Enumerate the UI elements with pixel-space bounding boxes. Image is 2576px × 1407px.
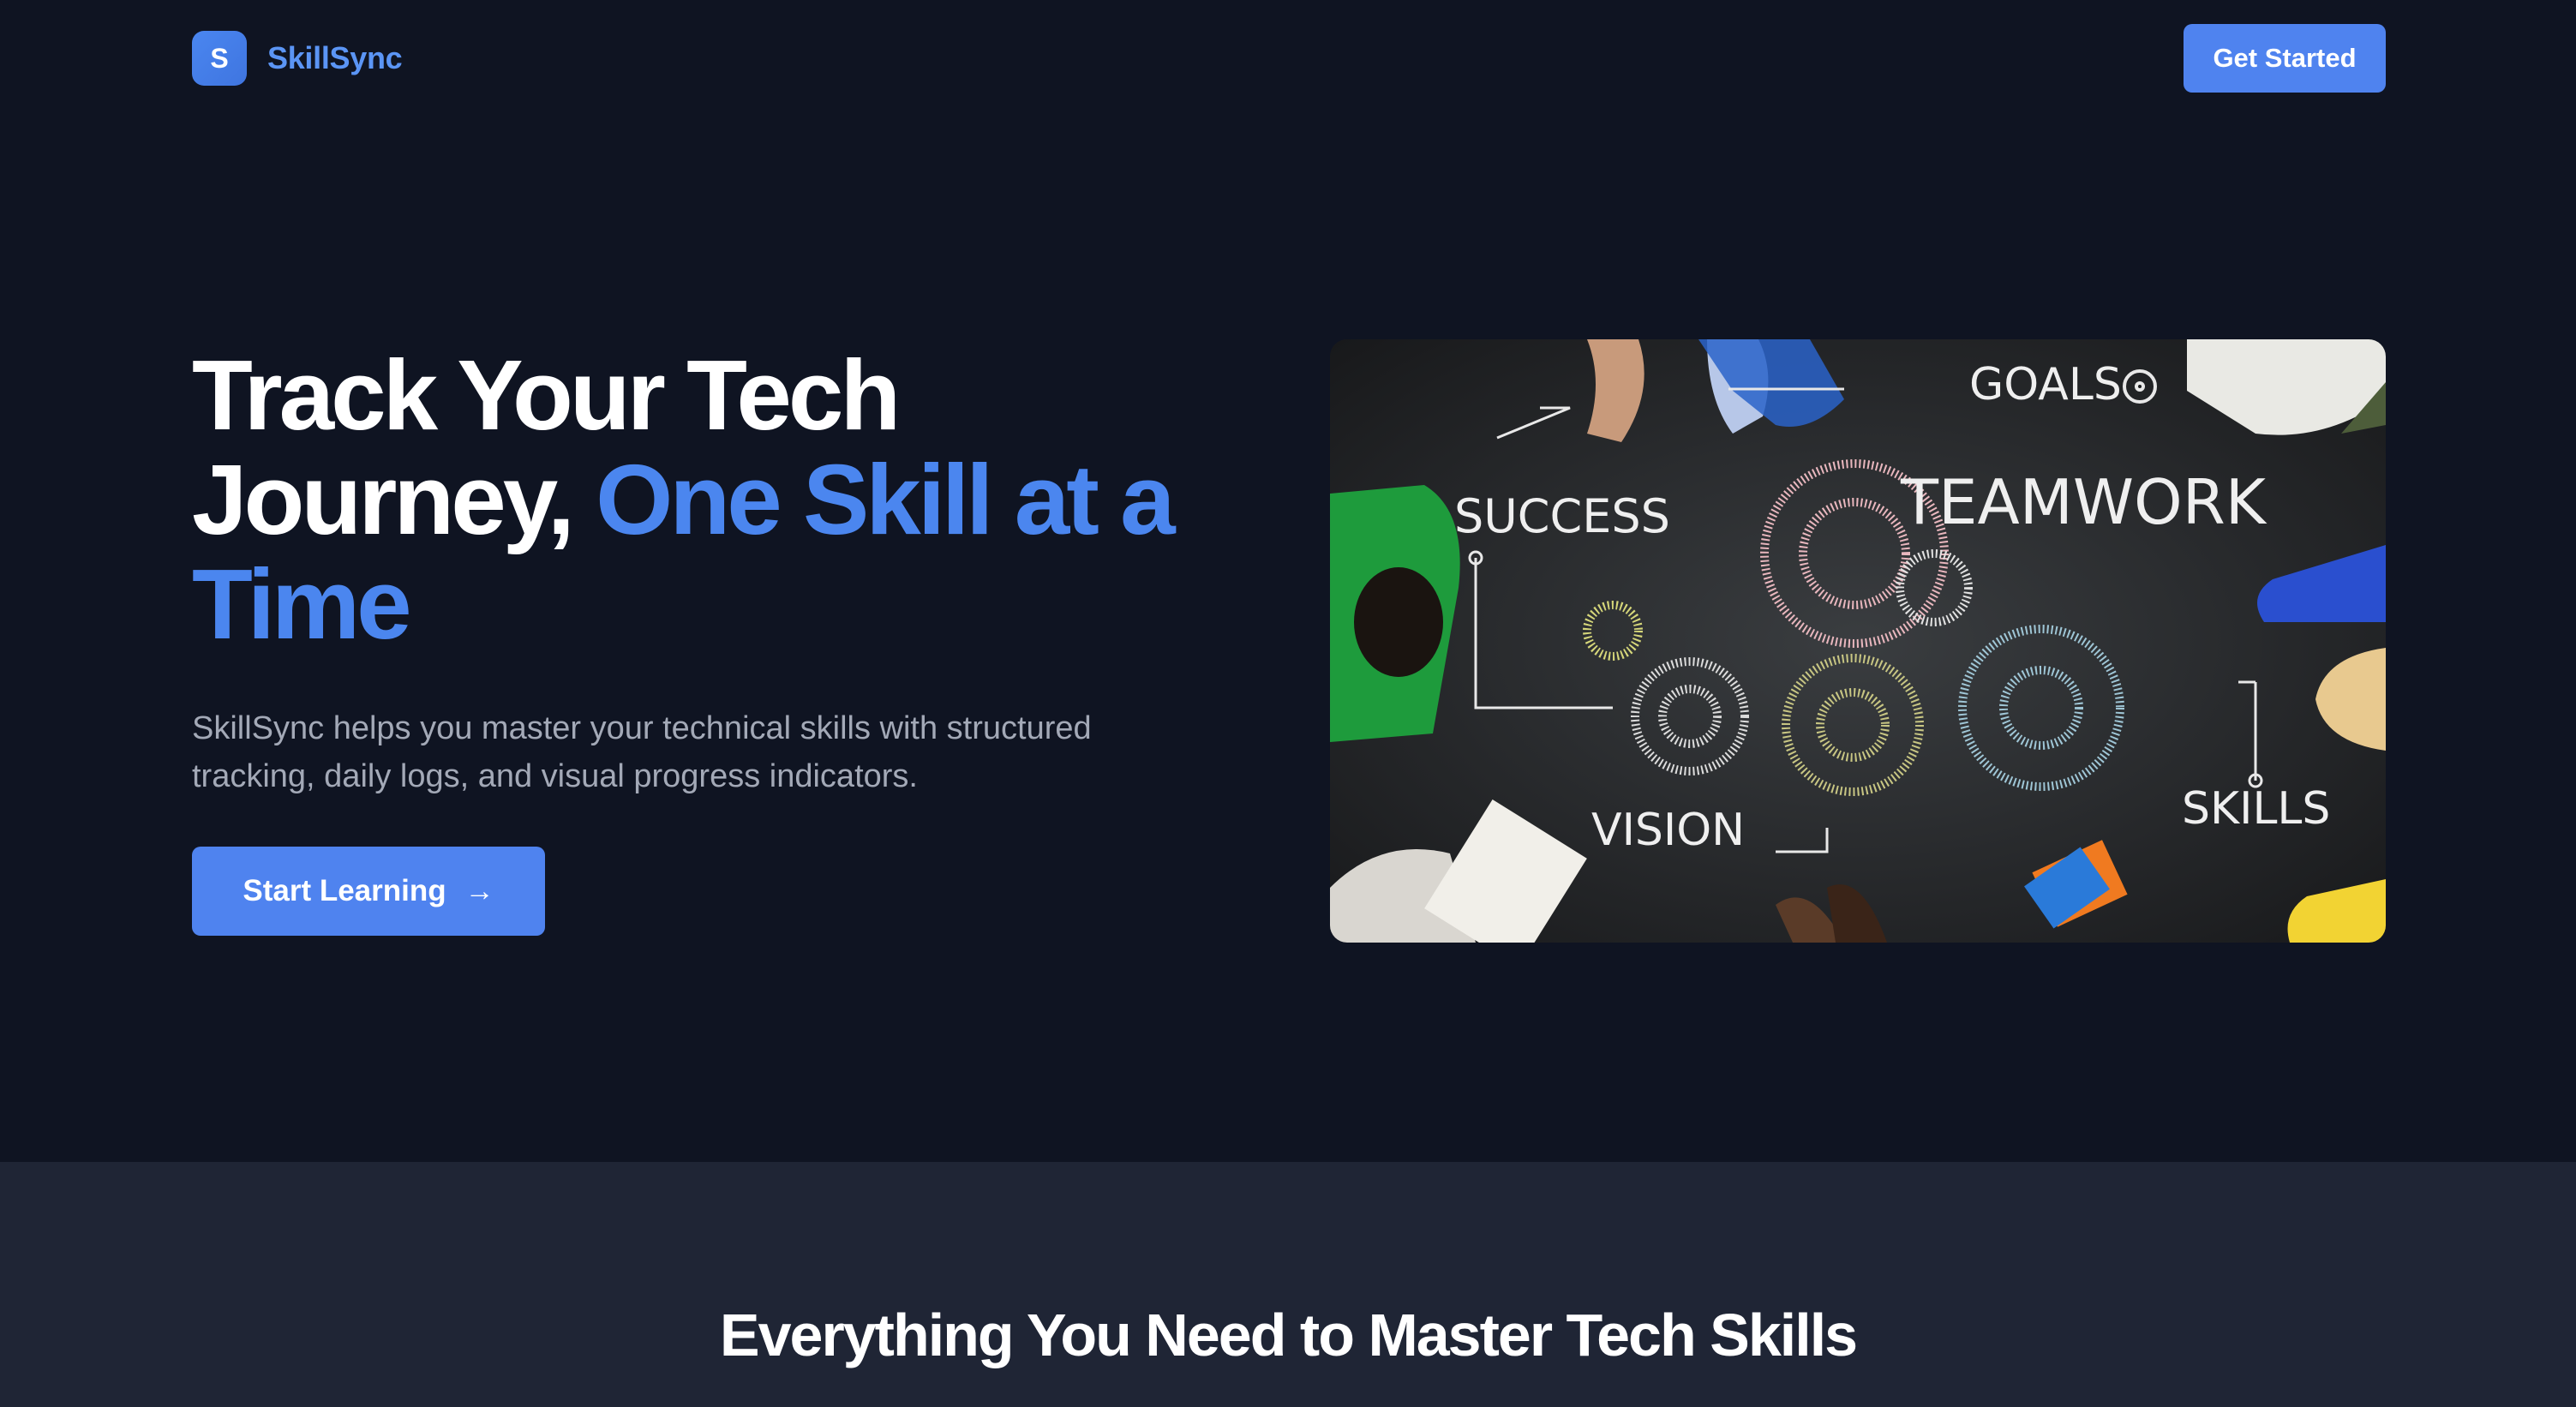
hero-text: Track Your Tech Journey, One Skill at a … bbox=[192, 343, 1237, 800]
hero-title-accent-end: Time bbox=[192, 548, 412, 660]
start-learning-label: Start Learning bbox=[243, 874, 446, 907]
hero-title: Track Your Tech Journey, One Skill at a … bbox=[192, 343, 1237, 656]
features-section: Everything You Need to Master Tech Skill… bbox=[0, 1162, 2576, 1407]
get-started-button[interactable]: Get Started bbox=[2184, 24, 2386, 93]
hero-image: GOALS SUCCESS TEAMWORK VISION SKILLS bbox=[1330, 339, 2386, 943]
hero-title-accent: One Skill at a bbox=[596, 444, 1176, 555]
hero-subtitle: SkillSync helps you master your technica… bbox=[192, 710, 1092, 794]
brand-name: SkillSync bbox=[267, 40, 403, 75]
chalk-word-goals: GOALS bbox=[1969, 359, 2122, 410]
features-title: Everything You Need to Master Tech Skill… bbox=[719, 1302, 1858, 1368]
chalkboard-illustration: GOALS SUCCESS TEAMWORK VISION SKILLS bbox=[1330, 339, 2386, 943]
chalk-word-success: SUCCESS bbox=[1454, 489, 1670, 543]
chalk-word-teamwork: TEAMWORK bbox=[1900, 466, 2267, 538]
hero-title-line2: Journey, bbox=[192, 444, 596, 555]
chalk-word-vision: VISION bbox=[1591, 805, 1745, 856]
start-learning-button[interactable]: Start Learning → bbox=[192, 847, 545, 936]
site-header: S SkillSync Get Started bbox=[0, 0, 2576, 120]
logo-icon: S bbox=[192, 31, 247, 86]
brand-logo-link[interactable]: S SkillSync bbox=[192, 31, 403, 86]
arrow-right-icon: → bbox=[464, 874, 494, 907]
chalk-word-skills: SKILLS bbox=[2182, 783, 2330, 835]
hero-title-line1: Track Your Tech bbox=[192, 339, 901, 451]
landing-page: S SkillSync Get Started Track Your Tech … bbox=[0, 0, 2576, 1407]
